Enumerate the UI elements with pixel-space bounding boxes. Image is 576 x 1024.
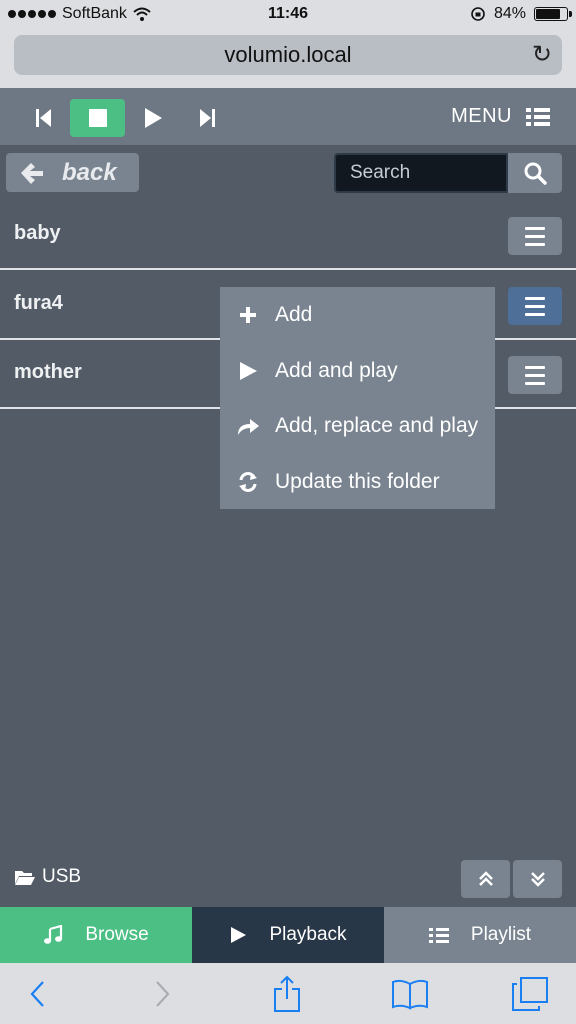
play-icon xyxy=(231,927,247,943)
browser-forward-button[interactable] xyxy=(150,977,176,1011)
share-button[interactable] xyxy=(270,975,304,1012)
menu-button[interactable]: MENU xyxy=(451,105,550,128)
player-toolbar: MENU xyxy=(0,88,576,145)
tab-label: Playback xyxy=(269,924,347,945)
play-button[interactable] xyxy=(131,99,175,137)
search-icon xyxy=(524,162,547,185)
search-input[interactable] xyxy=(334,153,508,193)
skip-next-icon xyxy=(200,109,215,127)
tabs-overview-icon xyxy=(512,977,548,1011)
stop-button[interactable] xyxy=(70,99,125,137)
previous-button[interactable] xyxy=(22,99,66,137)
folder-name: mother xyxy=(14,361,82,383)
battery-icon xyxy=(534,7,572,21)
tab-playback[interactable]: Playback xyxy=(192,907,384,963)
reload-icon[interactable]: ↻ xyxy=(532,35,552,75)
menu-item-label: Add, replace and play xyxy=(275,413,479,437)
scroll-bottom-button[interactable] xyxy=(513,860,562,898)
folder-menu-button[interactable] xyxy=(508,287,562,325)
safari-address-area: volumio.local ↻ xyxy=(0,30,576,88)
skip-previous-icon xyxy=(36,109,51,127)
folder-open-icon xyxy=(15,871,35,885)
source-indicator: USB xyxy=(14,866,81,888)
folder-name: fura4 xyxy=(14,292,63,314)
menu-item-add-replace-play[interactable]: Add, replace and play xyxy=(220,398,495,453)
arrow-left-icon xyxy=(21,162,43,184)
stop-icon xyxy=(88,109,107,127)
url-text: volumio.local xyxy=(224,42,352,67)
safari-toolbar xyxy=(0,963,576,1024)
tab-playlist[interactable]: Playlist xyxy=(384,907,576,963)
menu-item-add-and-play[interactable]: Add and play xyxy=(220,343,495,398)
list-icon xyxy=(526,107,550,126)
search-button[interactable] xyxy=(508,153,562,193)
back-label: back xyxy=(62,158,117,186)
main-tabs: Browse Playback Playlist xyxy=(0,907,576,963)
double-chevron-up-icon xyxy=(478,871,493,886)
book-icon xyxy=(392,979,428,1010)
menu-label: MENU xyxy=(451,105,512,127)
plus-icon xyxy=(220,305,275,325)
battery-fill xyxy=(536,9,561,19)
menu-item-label: Add and play xyxy=(275,358,398,382)
address-bar[interactable]: volumio.local ↻ xyxy=(14,35,562,75)
play-icon xyxy=(145,108,162,128)
tab-label: Playlist xyxy=(470,924,532,945)
chevron-right-icon xyxy=(156,981,170,1007)
next-button[interactable] xyxy=(185,99,229,137)
folder-context-menu: Add Add and play Add, replace and play U… xyxy=(220,287,495,509)
play-icon xyxy=(220,361,275,381)
tab-browse[interactable]: Browse xyxy=(0,907,192,963)
refresh-icon xyxy=(220,471,275,493)
menu-item-update-folder[interactable]: Update this folder xyxy=(220,454,495,509)
tab-label: Browse xyxy=(85,924,149,945)
source-label: USB xyxy=(42,866,82,887)
browser-back-button[interactable] xyxy=(24,977,50,1011)
double-chevron-down-icon xyxy=(530,872,545,887)
back-button[interactable]: back xyxy=(6,153,139,192)
folder-name: baby xyxy=(14,222,61,244)
list-icon xyxy=(428,927,449,943)
bookmarks-button[interactable] xyxy=(390,977,430,1011)
folder-menu-button[interactable] xyxy=(508,217,562,255)
menu-item-label: Update this folder xyxy=(275,469,440,493)
chevron-left-icon xyxy=(30,981,44,1007)
menu-item-add[interactable]: Add xyxy=(220,287,495,342)
folder-menu-button[interactable] xyxy=(508,356,562,394)
list-item[interactable]: baby xyxy=(0,200,576,270)
orientation-lock-icon xyxy=(471,7,485,21)
menu-item-label: Add xyxy=(275,302,313,326)
status-right-group: 84% xyxy=(470,5,572,23)
tabs-button[interactable] xyxy=(510,977,550,1011)
music-note-icon xyxy=(44,925,63,944)
ios-status-bar: SoftBank 11:46 84% xyxy=(0,0,576,30)
battery-percent: 84% xyxy=(493,5,526,22)
scroll-top-button[interactable] xyxy=(461,860,510,898)
share-arrow-icon xyxy=(220,416,275,436)
share-icon xyxy=(274,975,300,1012)
